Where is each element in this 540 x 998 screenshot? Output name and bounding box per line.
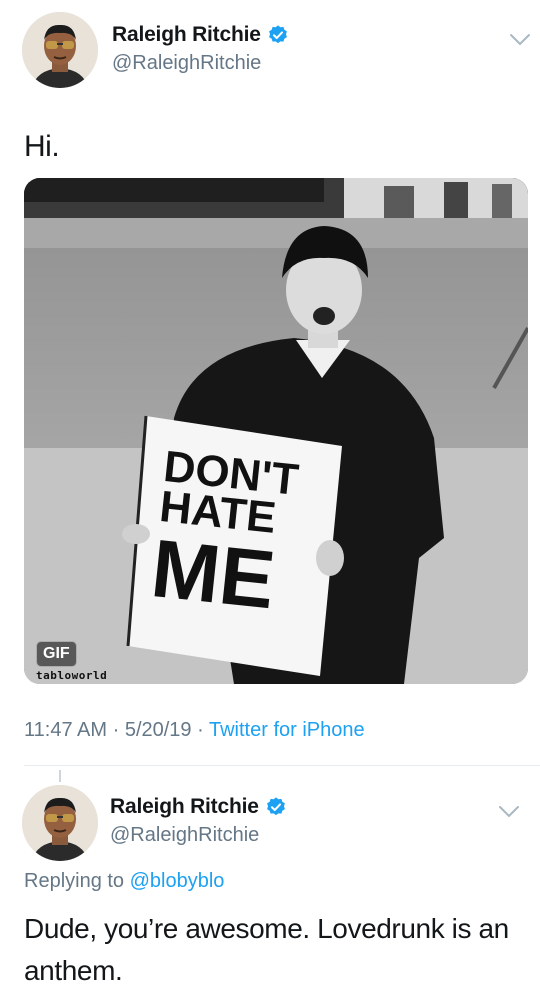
reply-avatar[interactable] [22,785,98,861]
replying-prefix: Replying to [24,870,125,892]
reply-author-handle[interactable]: @RaleighRitchie [110,824,259,847]
divider [24,765,540,766]
author-handle[interactable]: @RaleighRitchie [112,52,261,75]
replying-to-mention[interactable]: @blobyblo [130,870,225,892]
tweet-media-gif[interactable]: DON'T HATE ME GIF tabloworld [24,178,528,684]
meta-separator: · [197,719,204,741]
author-name-row[interactable]: Raleigh Ritchie [112,23,289,47]
reply-author-display-name[interactable]: Raleigh Ritchie [110,795,259,819]
author-display-name[interactable]: Raleigh Ritchie [112,23,261,47]
replying-to: Replying to @blobyblo [24,870,224,893]
chevron-down-icon[interactable] [498,805,520,819]
verified-badge-icon [268,25,287,44]
tweet-source-link[interactable]: Twitter for iPhone [209,719,365,741]
gif-watermark: tabloworld [36,669,108,682]
tweet-meta: 11:47 AM · 5/20/19 · Twitter for iPhone [24,719,365,742]
verified-badge-icon [266,797,285,816]
sign-line-3: ME [147,523,280,627]
avatar[interactable] [22,12,98,88]
tweet-date[interactable]: 5/20/19 [125,719,192,741]
reply-text: Dude, you’re awesome. Lovedrunk is an an… [24,913,509,986]
chevron-down-icon[interactable] [509,33,531,47]
gif-badge: GIF [36,641,77,667]
thread-connector [59,770,61,782]
gif-frame-image [24,178,528,684]
meta-separator: · [112,719,120,741]
tweet-text: Hi. [24,130,60,163]
reply-author-name-row[interactable]: Raleigh Ritchie [110,795,287,819]
tweet-time[interactable]: 11:47 AM [24,719,107,741]
